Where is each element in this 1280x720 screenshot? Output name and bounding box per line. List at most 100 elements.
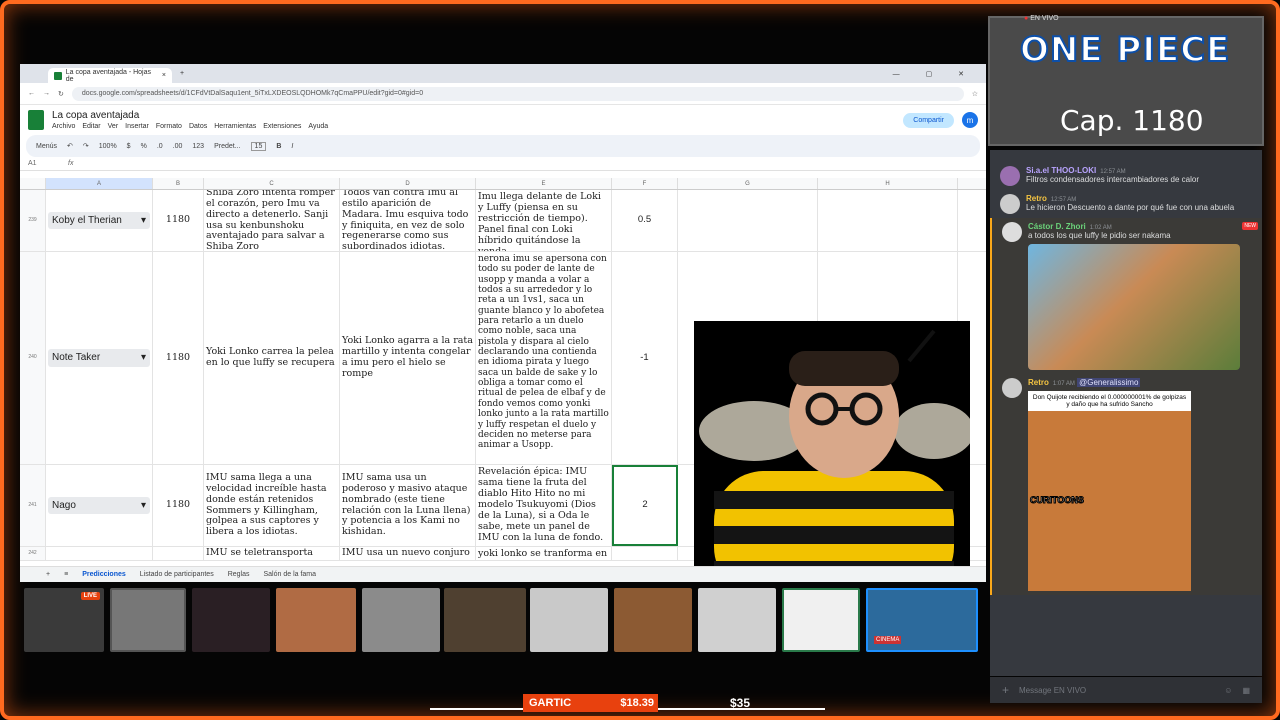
- menu-extensiones[interactable]: Extensiones: [263, 123, 301, 130]
- prediction-cell[interactable]: IMU se teletransporta: [204, 547, 340, 560]
- participant-tile[interactable]: [698, 588, 776, 652]
- nakama-image[interactable]: [1028, 244, 1240, 370]
- col-header-e[interactable]: E: [476, 178, 612, 189]
- reload-icon[interactable]: ↻: [58, 90, 64, 98]
- prediction-cell[interactable]: Revelación épica: IMU sama tiene la frut…: [476, 465, 612, 546]
- all-sheets-icon[interactable]: ≡: [64, 571, 68, 578]
- participant-tile[interactable]: [276, 588, 356, 652]
- col-header-a[interactable]: A: [46, 178, 153, 189]
- menus-search[interactable]: Menús: [36, 143, 57, 150]
- participant-tile[interactable]: CINEMA: [866, 588, 978, 652]
- undo-icon[interactable]: ↶: [67, 142, 73, 150]
- chapter-cell[interactable]: 1180: [153, 190, 204, 251]
- window-controls[interactable]: — ▢ ✕: [893, 70, 976, 78]
- menu-ver[interactable]: Ver: [108, 123, 119, 130]
- participant-tile[interactable]: [444, 588, 526, 652]
- prediction-cell[interactable]: IMU sama llega a una velocidad increíble…: [204, 465, 340, 546]
- new-tab-icon[interactable]: +: [180, 70, 184, 77]
- menu-herramientas[interactable]: Herramientas: [214, 123, 256, 130]
- player-cell[interactable]: [46, 547, 153, 560]
- score-cell[interactable]: -1: [612, 252, 678, 464]
- bee-costume-image[interactable]: [694, 321, 970, 568]
- score-cell[interactable]: [612, 547, 678, 560]
- close-tab-icon[interactable]: ×: [162, 72, 166, 79]
- col-header-g[interactable]: G: [678, 178, 818, 189]
- increase-decimal-button[interactable]: .00: [173, 143, 183, 150]
- chapter-cell[interactable]: 1180: [153, 252, 204, 464]
- menu-editar[interactable]: Editar: [82, 123, 100, 130]
- col-header-c[interactable]: C: [204, 178, 340, 189]
- chapter-cell[interactable]: 1180: [153, 465, 204, 546]
- row-number[interactable]: 240: [20, 252, 46, 464]
- avatar[interactable]: [1000, 194, 1020, 214]
- forward-icon[interactable]: →: [43, 90, 50, 97]
- back-icon[interactable]: ←: [28, 90, 35, 97]
- participant-tile[interactable]: [192, 588, 270, 652]
- participant-tile[interactable]: [614, 588, 692, 652]
- participant-tile[interactable]: [362, 588, 440, 652]
- number-format-button[interactable]: 123: [192, 143, 204, 150]
- player-dropdown[interactable]: Note Taker ▾: [48, 349, 150, 367]
- row-number[interactable]: 241: [20, 465, 46, 546]
- browser-tab[interactable]: La copa aventajada - Hojas de ×: [48, 68, 172, 83]
- score-cell[interactable]: 0.5: [612, 190, 678, 251]
- participant-tile[interactable]: [782, 588, 860, 652]
- col-header-b[interactable]: B: [153, 178, 204, 189]
- avatar[interactable]: [1002, 378, 1022, 398]
- score-cell-selected[interactable]: 2: [612, 465, 678, 546]
- prediction-cell[interactable]: IMU sama usa un poderoso y masivo ataque…: [340, 465, 476, 546]
- bold-button[interactable]: B: [276, 143, 281, 150]
- italic-button[interactable]: I: [291, 143, 293, 150]
- col-header-h[interactable]: H: [818, 178, 958, 189]
- chat-username[interactable]: Retro: [1026, 194, 1047, 203]
- sheet-tab-reglas[interactable]: Reglas: [228, 571, 250, 578]
- prediction-cell[interactable]: IMU usa un nuevo conjuro: [340, 547, 476, 560]
- percent-button[interactable]: %: [141, 143, 147, 150]
- doc-title[interactable]: La copa aventajada: [52, 110, 328, 121]
- prediction-cell[interactable]: Yoki Lonko agarra a la rata martillo y i…: [340, 252, 476, 464]
- prediction-cell[interactable]: Imu llega delante de Loki y Luffy (piens…: [476, 190, 612, 251]
- col-header-d[interactable]: D: [340, 178, 476, 189]
- share-button[interactable]: Compartir: [903, 112, 954, 128]
- decrease-decimal-button[interactable]: .0: [157, 143, 163, 150]
- redo-icon[interactable]: ↷: [83, 142, 89, 150]
- participant-tile[interactable]: LIVE: [24, 588, 104, 652]
- menu-archivo[interactable]: Archivo: [52, 123, 75, 130]
- col-header-f[interactable]: F: [612, 178, 678, 189]
- empty-cell[interactable]: [678, 190, 818, 251]
- zoom-select[interactable]: 100%: [99, 143, 117, 150]
- chat-mention[interactable]: @Generalissimo: [1077, 378, 1141, 387]
- add-icon[interactable]: +: [1002, 683, 1009, 697]
- name-box[interactable]: A1: [28, 160, 68, 167]
- prediction-cell[interactable]: Todos van contra Imu al estilo aparición…: [340, 190, 476, 251]
- add-sheet-icon[interactable]: +: [46, 571, 50, 578]
- menu-datos[interactable]: Datos: [189, 123, 207, 130]
- currency-button[interactable]: $: [127, 143, 131, 150]
- empty-cell[interactable]: [818, 190, 958, 251]
- sheet-tab-predicciones[interactable]: Predicciones: [82, 571, 126, 578]
- sheets-logo-icon[interactable]: [28, 110, 44, 130]
- account-avatar[interactable]: m: [962, 112, 978, 128]
- player-dropdown[interactable]: Nago ▾: [48, 496, 150, 515]
- emoji-icon[interactable]: ☺: [1224, 686, 1232, 695]
- player-dropdown[interactable]: Koby el Therian ▾: [48, 211, 150, 230]
- participant-tile[interactable]: [110, 588, 186, 652]
- font-select[interactable]: Predet...: [214, 143, 240, 150]
- font-size-input[interactable]: 15: [250, 141, 267, 151]
- avatar[interactable]: [1002, 222, 1022, 242]
- apps-icon[interactable]: ▦: [1242, 686, 1250, 695]
- row-number[interactable]: 239: [20, 190, 46, 251]
- menu-ayuda[interactable]: Ayuda: [308, 123, 328, 130]
- prediction-cell[interactable]: yoki lonko se tranforma en: [476, 547, 612, 560]
- chat-username[interactable]: Cástor D. Zhori: [1028, 222, 1086, 231]
- sheet-tab-salon[interactable]: Salón de la fama: [264, 571, 317, 578]
- star-icon[interactable]: ☆: [972, 90, 978, 98]
- url-field[interactable]: docs.google.com/spreadsheets/d/1CFdVtDal…: [71, 86, 964, 101]
- menu-formato[interactable]: Formato: [156, 123, 182, 130]
- chat-input[interactable]: Message EN VIVO: [1019, 686, 1214, 695]
- chat-username[interactable]: Si.a.el THOO-LOKI: [1026, 166, 1096, 175]
- meme-image[interactable]: Don Quijote recibiendo el 0.000000001% d…: [1028, 391, 1191, 591]
- prediction-cell[interactable]: Shiba Zoro intenta romper el corazón, pe…: [204, 190, 340, 251]
- prediction-cell[interactable]: nerona imu se apersona con todo su poder…: [476, 252, 612, 464]
- chat-username[interactable]: Retro: [1028, 378, 1049, 387]
